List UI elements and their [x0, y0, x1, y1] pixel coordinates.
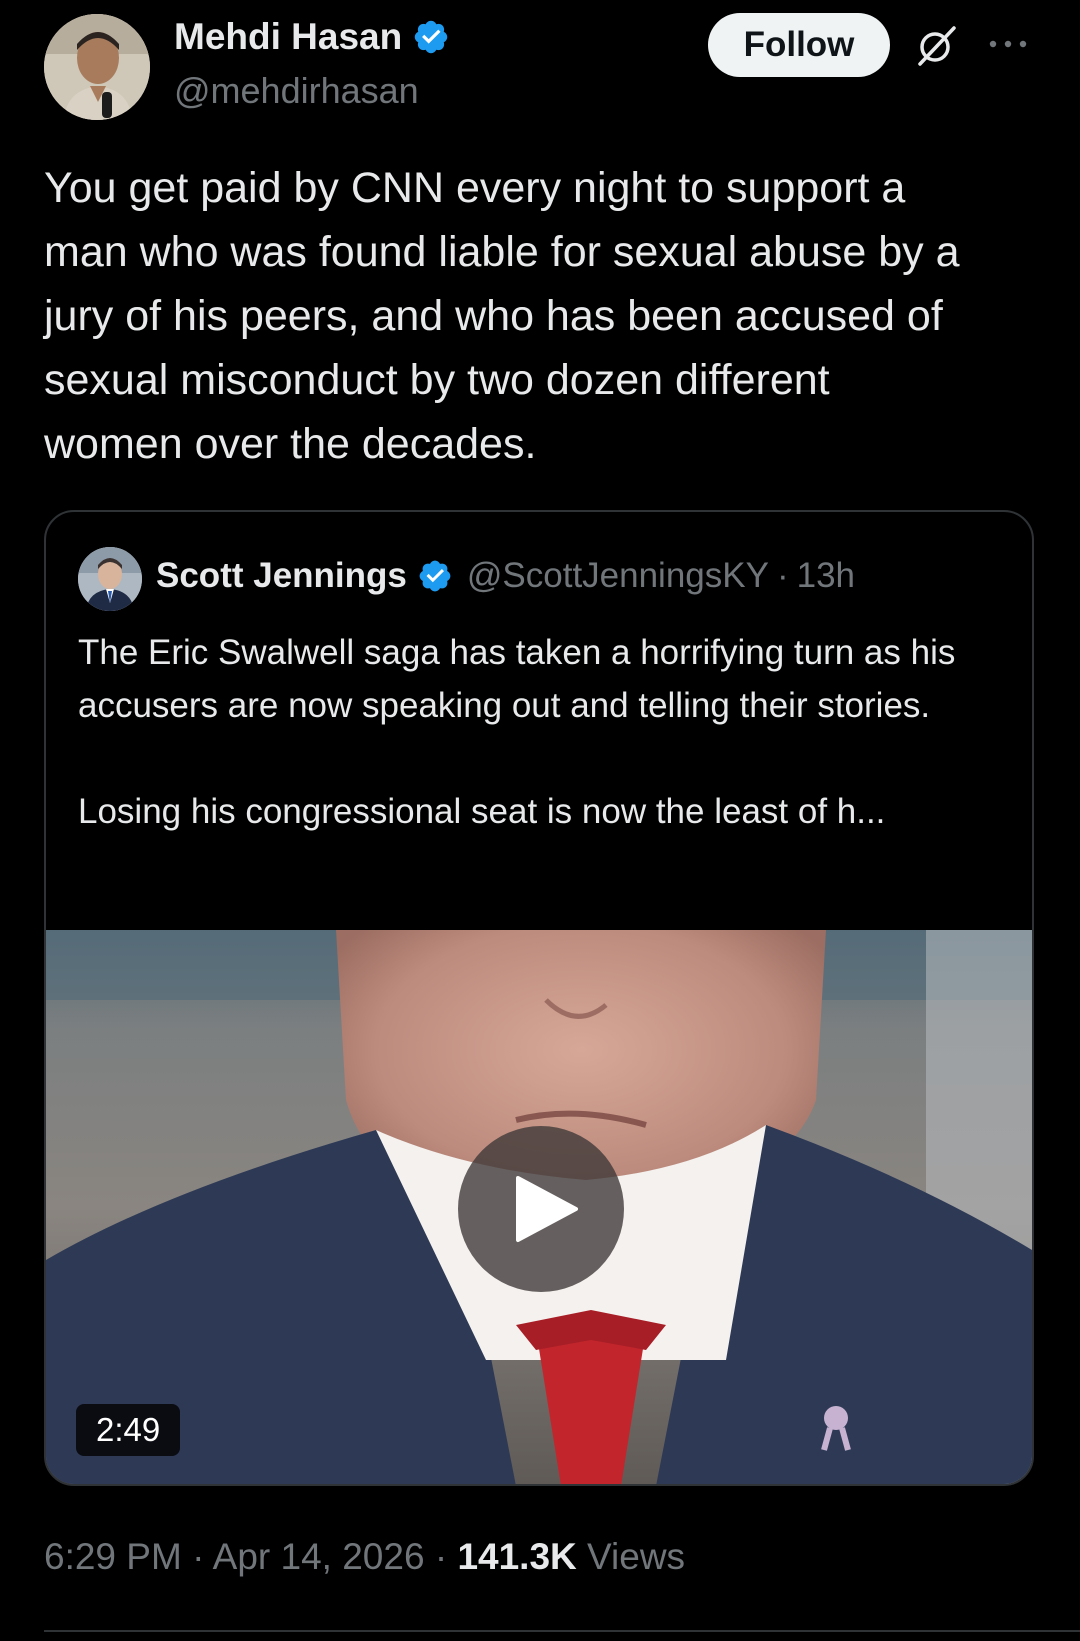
- quoted-timestamp[interactable]: 13h: [797, 556, 855, 596]
- quoted-text-paragraph: Losing his congressional seat is now the…: [78, 792, 886, 831]
- author-name[interactable]: Mehdi Hasan: [174, 16, 450, 58]
- video-duration-badge: 2:49: [76, 1404, 181, 1456]
- tweet-detail: Mehdi Hasan @mehdirhasan Follow You get …: [0, 0, 1080, 1641]
- separator-dot: ·: [192, 1536, 205, 1577]
- views-count[interactable]: 141.3K: [457, 1536, 576, 1577]
- quoted-author-name[interactable]: Scott Jennings: [156, 556, 407, 596]
- more-options-icon[interactable]: [986, 36, 1030, 52]
- quoted-text-paragraph: The Eric Swalwell saga has taken a horri…: [78, 633, 956, 725]
- views-label: Views: [587, 1536, 686, 1577]
- verified-badge-icon: [414, 20, 448, 54]
- quoted-text: The Eric Swalwell saga has taken a horri…: [78, 626, 1008, 838]
- author-name-label: Mehdi Hasan: [174, 16, 403, 57]
- author-avatar[interactable]: [44, 14, 150, 120]
- separator-dot: ·: [776, 556, 789, 595]
- verified-badge-icon: [419, 560, 451, 592]
- quoted-header: Scott Jennings @ScottJenningsKY · 13h: [156, 556, 855, 596]
- play-icon: [516, 1176, 578, 1242]
- quoted-author-avatar[interactable]: [78, 547, 142, 611]
- tweet-date[interactable]: Apr 14, 2026: [213, 1536, 425, 1577]
- tweet-metadata: 6:29 PM · Apr 14, 2026 · 141.3K Views: [44, 1536, 685, 1578]
- tweet-time[interactable]: 6:29 PM: [44, 1536, 182, 1577]
- author-handle[interactable]: @mehdirhasan: [174, 70, 419, 112]
- follow-button[interactable]: Follow: [708, 13, 890, 77]
- divider: [44, 1630, 1080, 1632]
- tweet-text: You get paid by CNN every night to suppo…: [44, 164, 960, 468]
- quoted-tweet[interactable]: Scott Jennings @ScottJenningsKY · 13h Th…: [44, 510, 1034, 1486]
- separator-dot: ·: [434, 1536, 448, 1577]
- video-player[interactable]: 2:49: [46, 930, 1032, 1484]
- play-button[interactable]: [458, 1126, 624, 1292]
- grok-icon[interactable]: [914, 24, 958, 68]
- quoted-author-handle[interactable]: @ScottJenningsKY: [467, 556, 769, 596]
